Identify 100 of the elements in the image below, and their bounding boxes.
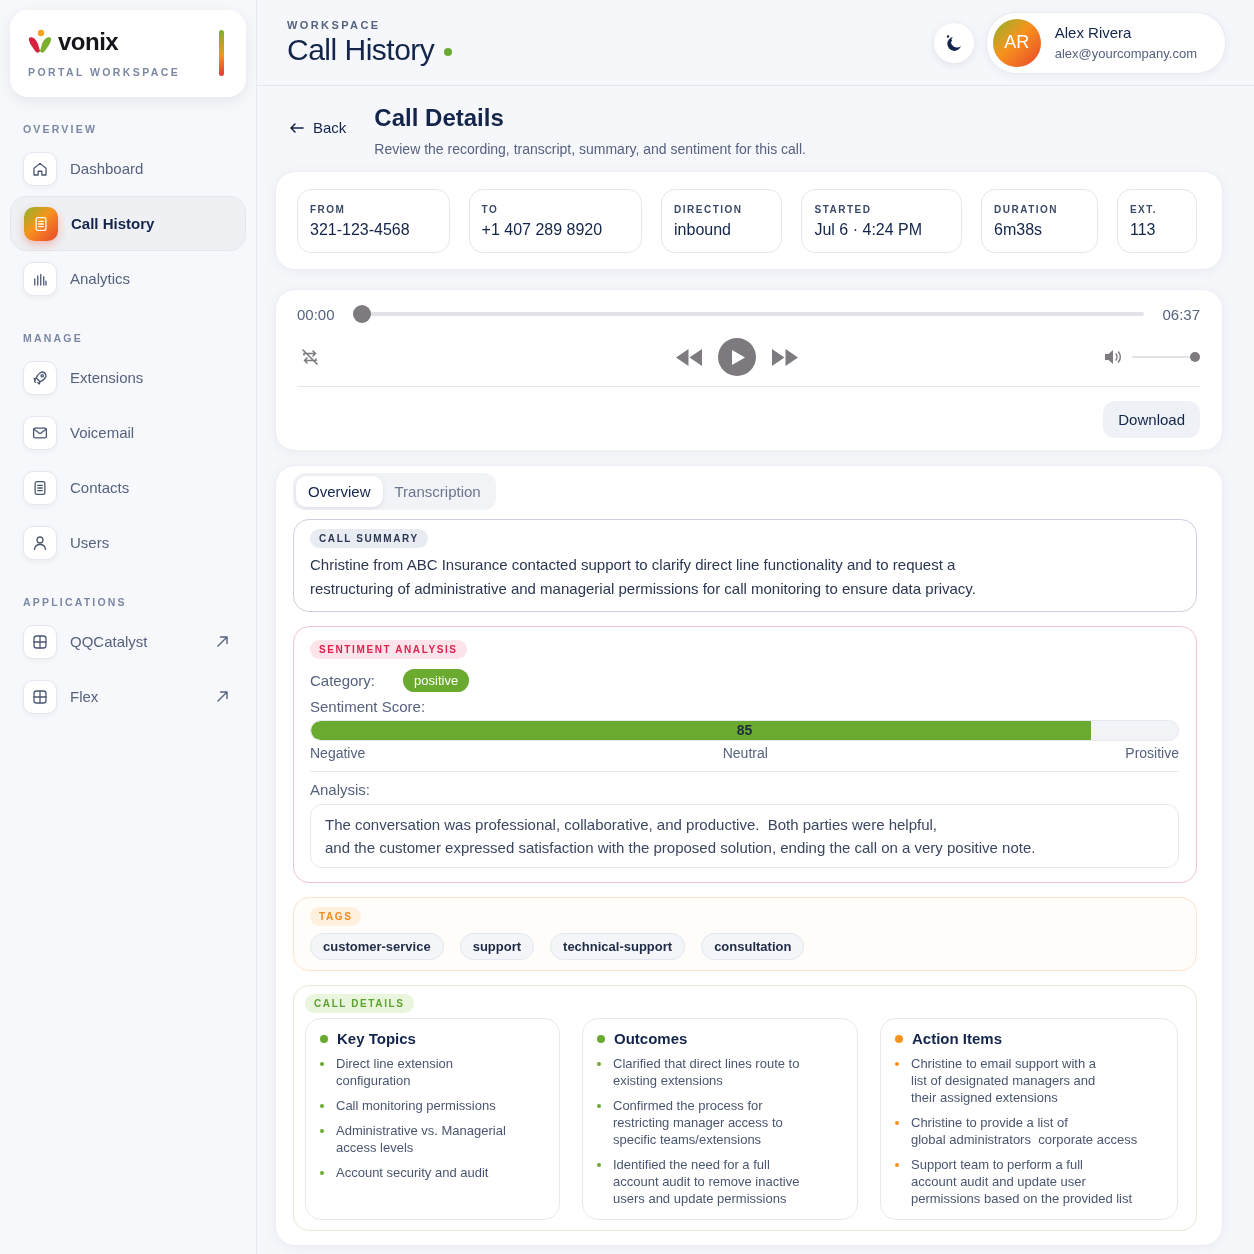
user-name: Alex Rivera: [1054, 24, 1133, 41]
sidebar-item[interactable]: Contacts: [10, 460, 246, 515]
page-title: Call History: [287, 32, 435, 67]
list-item: Identified the need for a full account audit to remove inactive users and update permissions: [613, 1156, 800, 1207]
document-icon: [24, 206, 58, 241]
status-dot-icon: [444, 47, 453, 56]
field-label: TO: [481, 204, 500, 215]
section-heading: APPLICATIONS: [23, 596, 128, 608]
rocket-icon: [23, 360, 57, 395]
score-label: Sentiment Score:: [310, 698, 427, 715]
brand-name: vonix: [58, 28, 119, 56]
analysis-label: Analysis:: [310, 781, 372, 798]
section-badge: CALL SUMMARY: [310, 529, 428, 548]
repeat-off-icon: [301, 348, 319, 366]
column-title: Outcomes: [614, 1030, 688, 1047]
back-link[interactable]: Back: [290, 119, 347, 136]
fast-forward-icon: [771, 348, 798, 366]
field-label: EXT.: [1129, 204, 1159, 215]
bullet-icon: [895, 1062, 899, 1066]
column-title: Key Topics: [337, 1030, 416, 1047]
user-email: alex@yourcompany.com: [1054, 46, 1197, 61]
score-value: 85: [736, 722, 753, 738]
section-subtitle: Review the recording, transcript, summary, and sentiment for this call.: [374, 141, 806, 157]
field-label: DURATION: [994, 204, 1060, 215]
bullet-icon: [597, 1062, 601, 1066]
progress-track[interactable]: [352, 305, 1145, 323]
bullet-icon: [895, 1121, 899, 1125]
volume-icon: [1104, 349, 1122, 365]
column-title: Action Items: [912, 1030, 1002, 1047]
section-badge: SENTIMENT ANALYSIS: [310, 640, 467, 659]
brand-accent-bar: [219, 30, 224, 76]
bullet-icon: [597, 1104, 601, 1108]
play-button[interactable]: [717, 338, 756, 376]
list-item: Confirmed the process for restricting manager access to specific teams/extensions: [613, 1097, 783, 1148]
user-avatar: AR: [992, 18, 1041, 67]
mail-icon: [23, 415, 57, 450]
bullet-icon: [320, 1171, 324, 1175]
bullet-icon: [597, 1163, 601, 1167]
sidebar-item[interactable]: Flex: [10, 669, 246, 724]
field-label: FROM: [310, 204, 347, 215]
sidebar-item[interactable]: Analytics: [10, 251, 246, 306]
list-item: Christine to email support with a list of designated managers and their assigned extensions: [911, 1055, 1096, 1106]
section-heading: OVERVIEW: [23, 123, 98, 135]
section-title: Call Details: [374, 104, 505, 132]
bar-chart-icon: [23, 261, 57, 296]
grid-icon: [23, 679, 57, 714]
total-time: 06:37: [1162, 305, 1200, 323]
user-icon: [23, 525, 57, 560]
bullet-icon: [320, 1129, 324, 1133]
section-badge: TAGS: [310, 907, 362, 926]
category-chip: positive: [403, 669, 470, 692]
field-value: Jul 6 · 4:24 PM: [814, 221, 924, 239]
list-item: Clarified that direct lines route to existing extensions: [613, 1055, 800, 1089]
volume-thumb[interactable]: [1190, 352, 1200, 362]
sidebar-item[interactable]: QQCatalyst: [10, 614, 246, 669]
sidebar-item[interactable]: Dashboard: [10, 141, 246, 196]
rewind-button[interactable]: [675, 348, 702, 366]
grid-icon: [23, 624, 57, 659]
summary-text: Christine from ABC Insurance contacted support to clarify direct line functionality and to request a restructuring of administrative and managerial permissions for call monitoring to ensure data privacy.: [310, 555, 977, 599]
repeat-button[interactable]: [301, 348, 319, 366]
progress-thumb[interactable]: [352, 305, 371, 323]
list-item: Account security and audit: [336, 1164, 489, 1181]
tag-chip: consultation: [701, 933, 805, 960]
volume-track[interactable]: [1132, 352, 1200, 362]
header-eyebrow: WORKSPACE: [287, 18, 382, 31]
rewind-icon: [675, 348, 702, 366]
play-icon: [731, 349, 745, 365]
download-button[interactable]: Download: [1103, 401, 1200, 438]
tab[interactable]: Overview: [296, 476, 383, 507]
list-item: Direct line extension configuration: [336, 1055, 454, 1089]
tag-chip: customer-service: [310, 933, 444, 960]
list-item: Call monitoring permissions: [336, 1097, 496, 1114]
section-badge: CALL DETAILS: [305, 994, 414, 1013]
list-item: Christine to provide a list of global administrators corporate access: [911, 1114, 1138, 1148]
moon-icon: [944, 33, 963, 52]
document-icon: [23, 470, 57, 505]
tab[interactable]: Transcription: [382, 476, 493, 507]
bullet-icon: [320, 1062, 324, 1066]
bullet-icon: [320, 1104, 324, 1108]
current-time: 00:00: [297, 305, 335, 323]
bullet-icon: [895, 1163, 899, 1167]
analysis-text: The conversation was professional, collaborative, and productive. Both parties were helpful, and the customer expressed satisfaction with the proposed solution, ending the call on a very positive note.: [310, 804, 1179, 868]
list-item: Administrative vs. Managerial access levels: [336, 1122, 506, 1156]
section-heading: MANAGE: [23, 332, 84, 344]
home-icon: [23, 151, 57, 186]
category-label: Category:: [310, 672, 376, 689]
brand-subtitle: PORTAL WORKSPACE: [28, 66, 181, 78]
sidebar-item[interactable]: Call History: [10, 196, 246, 251]
field-label: DIRECTION: [674, 204, 744, 215]
field-value: inbound: [674, 221, 732, 239]
sidebar-item[interactable]: Extensions: [10, 350, 246, 405]
list-item: Support team to perform a full account audit and update user permissions based on the provided list: [911, 1156, 1133, 1207]
user-profile[interactable]: AR Alex Rivera alex@yourcompany.com: [985, 11, 1226, 74]
tag-chip: support: [459, 933, 535, 960]
tag-chip: technical-support: [550, 933, 686, 960]
fast-forward-button[interactable]: [771, 348, 798, 366]
sidebar-item[interactable]: Users: [10, 515, 246, 570]
theme-toggle-button[interactable]: [933, 22, 974, 63]
sidebar-item[interactable]: Voicemail: [10, 405, 246, 460]
field-value: 321-123-4568: [310, 221, 411, 239]
